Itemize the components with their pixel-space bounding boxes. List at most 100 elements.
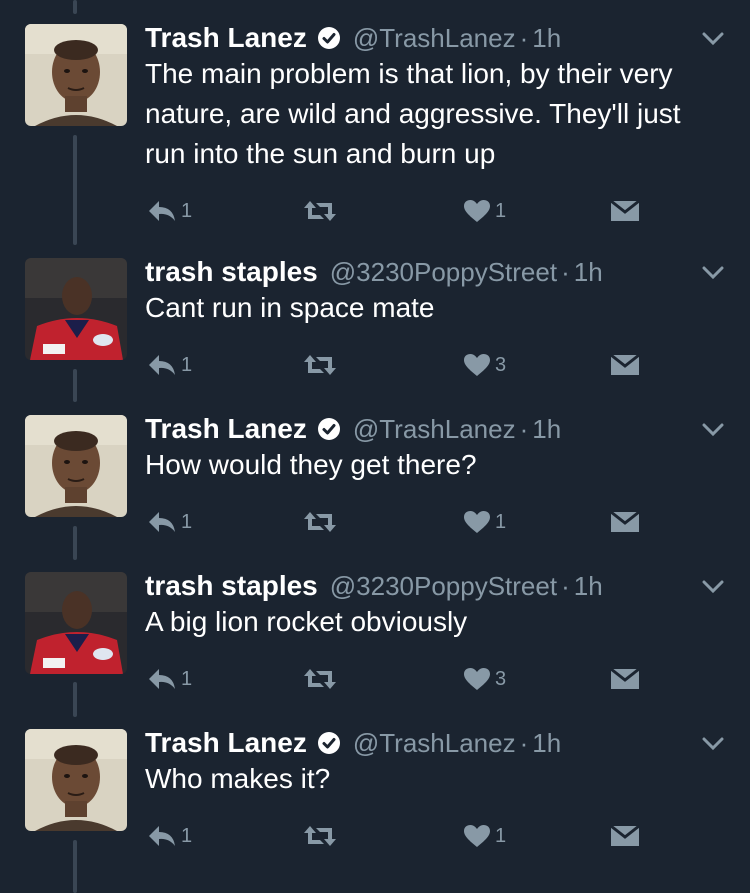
retweet-icon [304, 355, 336, 375]
author-handle[interactable]: @TrashLanez [353, 728, 516, 759]
reply-icon [149, 826, 175, 846]
separator-dot: · [519, 727, 529, 758]
author-handle[interactable]: @3230PoppyStreet [330, 571, 557, 602]
envelope-icon [610, 199, 640, 221]
tweet-actions: 1 3 [145, 659, 665, 699]
like-count: 1 [495, 510, 507, 533]
reply-button[interactable]: 1 [147, 816, 192, 856]
tweet-actions: 1 1 [145, 816, 665, 856]
like-count: 1 [495, 824, 507, 847]
reply-icon [149, 512, 175, 532]
avatar[interactable] [25, 24, 127, 126]
envelope-icon [610, 667, 640, 689]
tweet-header: Trash Lanez @TrashLanez · 1h [145, 723, 561, 763]
timestamp[interactable]: 1h [532, 23, 561, 54]
separator-dot: · [561, 256, 570, 287]
tweet-header: Trash Lanez @TrashLanez · 1h [145, 18, 561, 58]
avatar[interactable] [25, 572, 127, 674]
separator-dot: · [561, 570, 570, 601]
heart-icon [464, 200, 490, 222]
reply-button[interactable]: 1 [147, 345, 192, 385]
author-name[interactable]: Trash Lanez [145, 727, 307, 759]
author-name[interactable]: Trash Lanez [145, 413, 307, 445]
tweet-text: Cant run in space mate [145, 292, 435, 323]
tweet[interactable]: Trash Lanez @TrashLanez · 1h How would t… [0, 407, 750, 547]
like-button[interactable]: 3 [463, 659, 506, 699]
author-handle[interactable]: @TrashLanez [353, 414, 516, 445]
separator-dot: · [519, 413, 529, 444]
reply-count: 1 [181, 353, 193, 376]
heart-icon [464, 354, 490, 376]
chevron-down-icon[interactable] [702, 266, 724, 280]
verified-badge-icon [317, 417, 341, 441]
chevron-down-icon[interactable] [702, 737, 724, 751]
reply-icon [149, 201, 175, 221]
envelope-icon [610, 510, 640, 532]
retweet-icon [304, 512, 336, 532]
like-count: 1 [495, 199, 507, 222]
retweet-button[interactable] [302, 659, 342, 699]
avatar[interactable] [25, 729, 127, 831]
avatar[interactable] [25, 258, 127, 360]
retweet-button[interactable] [302, 502, 342, 542]
heart-icon [464, 825, 490, 847]
like-button[interactable]: 1 [463, 816, 506, 856]
author-name[interactable]: Trash Lanez [145, 22, 307, 54]
chevron-down-icon[interactable] [702, 580, 724, 594]
verified-badge-icon [317, 731, 341, 755]
verified-badge-icon [317, 26, 341, 50]
tweet-text: Who makes it? [145, 763, 331, 794]
envelope-icon [610, 353, 640, 375]
like-button[interactable]: 1 [463, 191, 506, 231]
tweet-text: The main problem is that lion, by their … [145, 58, 681, 169]
retweet-button[interactable] [302, 345, 342, 385]
timestamp[interactable]: 1h [532, 414, 561, 445]
tweet[interactable]: Trash Lanez @TrashLanez · 1h Who makes i… [0, 721, 750, 861]
retweet-button[interactable] [302, 816, 342, 856]
direct-message-button[interactable] [610, 502, 640, 542]
chevron-down-icon[interactable] [702, 32, 724, 46]
tweet-actions: 1 1 [145, 502, 665, 542]
retweet-button[interactable] [302, 191, 342, 231]
author-handle[interactable]: @TrashLanez [353, 23, 516, 54]
like-count: 3 [495, 353, 507, 376]
tweet-text: A big lion rocket obviously [145, 606, 468, 637]
author-handle[interactable]: @3230PoppyStreet [330, 257, 557, 288]
direct-message-button[interactable] [610, 816, 640, 856]
tweet[interactable]: trash staples @3230PoppyStreet · 1h Cant… [0, 250, 750, 390]
reply-button[interactable]: 1 [147, 659, 192, 699]
avatar[interactable] [25, 415, 127, 517]
direct-message-button[interactable] [610, 191, 640, 231]
tweet[interactable]: Trash Lanez @TrashLanez · 1h The main pr… [0, 16, 750, 231]
heart-icon [464, 511, 490, 533]
reply-count: 1 [181, 510, 193, 533]
reply-icon [149, 669, 175, 689]
tweet[interactable]: trash staples @3230PoppyStreet · 1h A bi… [0, 564, 750, 704]
heart-icon [464, 668, 490, 690]
timestamp[interactable]: 1h [574, 257, 603, 288]
author-name[interactable]: trash staples [145, 256, 318, 288]
reply-count: 1 [181, 667, 193, 690]
chevron-down-icon[interactable] [702, 423, 724, 437]
timestamp[interactable]: 1h [532, 728, 561, 759]
reply-count: 1 [181, 824, 193, 847]
timestamp[interactable]: 1h [574, 571, 603, 602]
direct-message-button[interactable] [610, 659, 640, 699]
tweet-header: Trash Lanez @TrashLanez · 1h [145, 409, 561, 449]
separator-dot: · [519, 22, 529, 53]
conversation-thread: Trash Lanez @TrashLanez · 1h The main pr… [0, 0, 750, 893]
reply-button[interactable]: 1 [147, 191, 192, 231]
author-name[interactable]: trash staples [145, 570, 318, 602]
tweet-actions: 1 3 [145, 345, 665, 385]
direct-message-button[interactable] [610, 345, 640, 385]
tweet-header: trash staples @3230PoppyStreet · 1h [145, 566, 603, 606]
like-button[interactable]: 1 [463, 502, 506, 542]
like-button[interactable]: 3 [463, 345, 506, 385]
retweet-icon [304, 669, 336, 689]
tweet-text: How would they get there? [145, 449, 477, 480]
reply-icon [149, 355, 175, 375]
tweet-actions: 1 1 [145, 191, 665, 231]
reply-button[interactable]: 1 [147, 502, 192, 542]
tweet-header: trash staples @3230PoppyStreet · 1h [145, 252, 603, 292]
thread-line [73, 0, 77, 14]
